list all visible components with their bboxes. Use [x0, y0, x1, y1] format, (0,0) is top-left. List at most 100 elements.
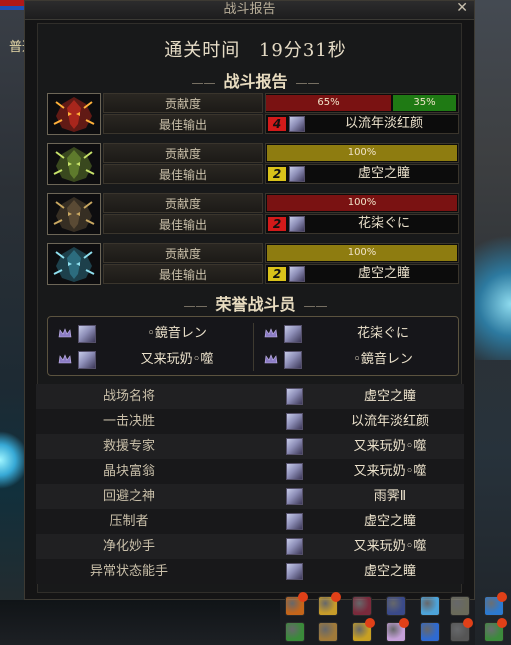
home-icon[interactable]	[484, 618, 507, 642]
contribution-label: 贡献度	[103, 243, 263, 263]
game-scene-right	[475, 0, 511, 645]
award-player: 又来玩奶◦噬	[353, 439, 427, 454]
title-award-row: 救援专家 又来玩奶◦噬	[36, 434, 464, 459]
orb-icon[interactable]	[420, 596, 440, 616]
window-titlebar[interactable]: 战斗报告 ✕	[25, 0, 474, 20]
player-avatar-icon	[284, 325, 302, 343]
gift-icon[interactable]	[285, 592, 308, 616]
honor-member-name: ◦鏡音レン	[147, 326, 207, 341]
award-title: 一击决胜	[102, 414, 155, 429]
honor-member: ◦鏡音レン	[52, 322, 252, 346]
best-output-label: 最佳输出	[103, 264, 263, 284]
player-avatar-icon	[286, 513, 303, 530]
award-player: 又来玩奶◦噬	[353, 464, 427, 479]
rank-badge: 4	[268, 117, 286, 131]
honor-member: 又来玩奶◦噬	[52, 348, 252, 372]
contribution-bar-track: 65% 35%	[265, 93, 459, 113]
tp-icon[interactable]	[420, 622, 440, 642]
contribution-bar: 100%	[267, 145, 457, 161]
contribution-row: 贡献度 最佳输出 100% 2 虚空之瞳	[47, 143, 459, 185]
title-award-row: 回避之神 雨霁Ⅱ	[36, 484, 464, 509]
window-title: 战斗报告	[223, 2, 276, 17]
title-award-row: 异常状态能手 虚空之瞳	[36, 559, 464, 584]
award-title: 回避之神	[102, 489, 155, 504]
quest-icon[interactable]	[318, 622, 338, 642]
player-avatar-icon	[289, 166, 305, 182]
contribution-label: 贡献度	[103, 93, 263, 113]
best-output-player: 虚空之瞳	[357, 166, 410, 181]
contribution-row: 贡献度 最佳输出 100% 2 虚空之瞳	[47, 243, 459, 285]
player-avatar-icon	[286, 438, 303, 455]
honor-members-box: ◦鏡音レン 花柒ぐに 又来玩奶◦噬 ◦鏡音レン	[47, 316, 459, 376]
clear-time-label: 通关时间	[164, 40, 241, 61]
contribution-row: 贡献度 最佳输出 100% 2 花柒ぐに	[47, 193, 459, 235]
player-avatar-icon	[78, 351, 96, 369]
award-player: 虚空之瞳	[363, 564, 416, 579]
award-title: 净化妙手	[102, 539, 155, 554]
battle-report-heading: —— 战斗报告 ——	[191, 72, 320, 91]
notification-badge-icon	[463, 618, 473, 628]
rank-badge: 2	[268, 267, 286, 281]
award-player: 以流年淡红颜	[350, 414, 429, 429]
title-award-row: 净化妙手 又来玩奶◦噬	[36, 534, 464, 559]
honor-member: 花柒ぐに	[258, 322, 458, 346]
rank-badge: 2	[268, 167, 286, 181]
contribution-label: 贡献度	[103, 193, 263, 213]
award-player: 虚空之瞳	[363, 514, 416, 529]
honor-title: 荣誉战斗员	[215, 295, 296, 314]
daily-icon[interactable]	[352, 618, 375, 642]
mp-bar	[0, 6, 24, 10]
player-avatar-icon	[289, 266, 305, 282]
player-avatar-icon	[284, 351, 302, 369]
best-output-player: 虚空之瞳	[357, 266, 410, 281]
notification-badge-icon	[365, 618, 375, 628]
honor-heading: —— 荣誉战斗员 ——	[183, 295, 328, 314]
contribution-bar-left: 65%	[266, 95, 391, 111]
avatar-icon[interactable]	[386, 618, 409, 642]
blue-demon-icon	[47, 243, 101, 285]
title-award-row: 一击决胜 以流年淡红颜	[36, 409, 464, 434]
potion-icon[interactable]	[484, 592, 507, 616]
dark-demon-icon	[47, 193, 101, 235]
title-award-row: 晶块富翁 又来玩奶◦噬	[36, 459, 464, 484]
best-output-label: 最佳输出	[103, 164, 263, 184]
award-title: 战场名将	[102, 389, 155, 404]
best-output-cell: 2 虚空之瞳	[265, 164, 459, 184]
clear-time: 通关时间 19分31秒	[0, 36, 511, 62]
honor-member: ◦鏡音レン	[258, 348, 458, 372]
crown-icon	[58, 328, 72, 338]
chest-icon[interactable]	[450, 596, 470, 616]
award-player: 雨霁Ⅱ	[373, 489, 407, 504]
notification-badge-icon	[331, 592, 341, 602]
player-avatar-icon	[289, 216, 305, 232]
contribution-bar-track: 100%	[265, 143, 459, 163]
present-icon[interactable]	[318, 592, 341, 616]
character-icon[interactable]	[386, 596, 406, 616]
notification-badge-icon	[298, 592, 308, 602]
crown-icon	[264, 328, 278, 338]
red-demon-icon	[47, 93, 101, 135]
crown-icon	[264, 354, 278, 364]
skill-bar	[0, 600, 280, 645]
notification-badge-icon	[497, 618, 507, 628]
settings-icon[interactable]	[450, 618, 473, 642]
best-output-cell: 2 花柒ぐに	[265, 214, 459, 234]
contribution-bar-right: 35%	[393, 95, 456, 111]
honor-member-name: ◦鏡音レン	[353, 352, 413, 367]
award-title: 异常状态能手	[89, 564, 168, 579]
player-avatar-icon	[286, 488, 303, 505]
player-avatar-icon	[286, 388, 303, 405]
player-avatar-icon	[78, 325, 96, 343]
best-output-player: 花柒ぐに	[357, 216, 410, 231]
green-demon-icon	[47, 143, 101, 185]
title-award-table: 战场名将 虚空之瞳 一击决胜 以流年淡红颜 救援专家 又来玩奶◦噬 晶块富翁 又来玩奶◦噬 回避…	[36, 384, 464, 584]
close-icon[interactable]: ✕	[456, 0, 468, 16]
shop-icon[interactable]	[352, 596, 372, 616]
best-output-cell: 4 以流年淡红颜	[265, 114, 459, 134]
player-avatar-icon	[286, 538, 303, 555]
contribution-bar: 100%	[267, 195, 457, 211]
game-scene-left: 普通	[0, 0, 35, 645]
rank-badge: 2	[268, 217, 286, 231]
player-avatar-icon	[289, 116, 305, 132]
calendar-icon[interactable]	[285, 622, 305, 642]
